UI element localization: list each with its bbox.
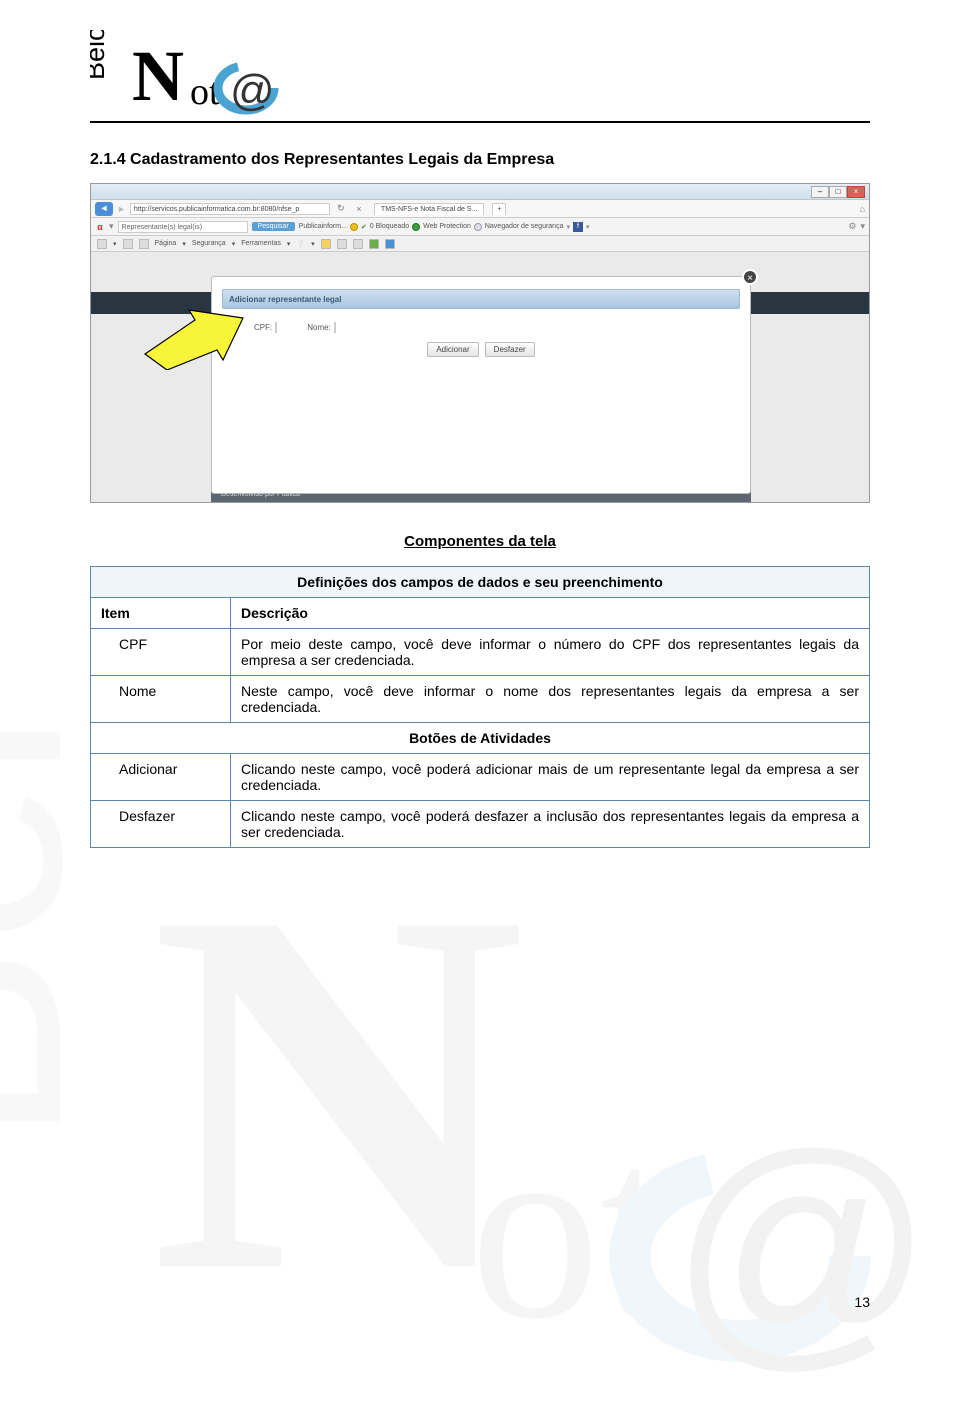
svg-text:N: N xyxy=(132,36,184,115)
components-table: Definições dos campos de dados e seu pre… xyxy=(90,566,870,848)
search-button[interactable]: Pesquisar xyxy=(252,222,295,231)
settings-gear-icon[interactable]: ⚙ xyxy=(848,221,856,232)
row-item-desfazer: Desfazer xyxy=(91,801,231,848)
cpf-input[interactable] xyxy=(275,322,277,333)
ie-menu-security[interactable]: Segurança xyxy=(192,240,226,247)
row-desc-nome: Neste campo, você deve informar o nome d… xyxy=(231,676,870,723)
modal-close-button[interactable]: × xyxy=(742,269,758,285)
ie-misc-icon4[interactable] xyxy=(369,239,379,249)
cpf-label: CPF: xyxy=(254,323,272,332)
col-desc-header: Descrição xyxy=(231,598,870,629)
callout-arrow xyxy=(139,300,249,370)
browser-new-tab-button[interactable]: + xyxy=(492,203,506,215)
reload-icon[interactable]: ↻ xyxy=(334,203,348,214)
web-protection-label: Web Protection xyxy=(423,223,471,230)
window-close-button[interactable]: × xyxy=(847,186,865,198)
row-desc-desfazer: Clicando neste campo, você poderá desfaz… xyxy=(231,801,870,848)
facebook-icon[interactable]: f xyxy=(573,222,583,232)
ie-tool-icon3[interactable] xyxy=(139,239,149,249)
toolbar-search-input[interactable]: Representante(s) legal(is) xyxy=(118,221,248,233)
row-desc-cpf: Por meio deste campo, você deve informar… xyxy=(231,629,870,676)
nome-label: Nome: xyxy=(307,323,331,332)
modal-title: Adicionar representante legal xyxy=(222,289,740,309)
table-subheader: Botões de Atividades xyxy=(91,723,870,754)
ie-misc-icon1[interactable] xyxy=(321,239,331,249)
nav-sec-icon xyxy=(474,223,482,231)
svg-text:N: N xyxy=(150,804,526,1379)
ie-menu-tools[interactable]: Ferramentas xyxy=(241,240,281,247)
ie-misc-icon3[interactable] xyxy=(353,239,363,249)
window-max-button[interactable]: □ xyxy=(829,186,847,198)
help-icon[interactable]: ❔ xyxy=(296,240,305,248)
section-heading: 2.1.4 Cadastramento dos Representantes L… xyxy=(90,151,870,169)
ie-tool-icon[interactable] xyxy=(97,239,107,249)
row-item-nome: Nome xyxy=(91,676,231,723)
header-logo: Belo N ot @ xyxy=(90,30,300,115)
antivirus-icon: α xyxy=(95,222,105,232)
ie-menu-page[interactable]: Página xyxy=(155,240,177,247)
row-item-adicionar: Adicionar xyxy=(91,754,231,801)
stop-icon[interactable]: × xyxy=(352,204,366,214)
web-protection-icon xyxy=(412,223,420,231)
nome-input[interactable] xyxy=(334,322,336,333)
screenshot-browser-window: – □ × ◄ ► http://servicos.publicainforma… xyxy=(90,183,870,503)
block-count-icon: ✔ xyxy=(361,223,367,231)
desfazer-button[interactable]: Desfazer xyxy=(485,342,535,357)
adicionar-button[interactable]: Adicionar xyxy=(427,342,478,357)
ie-misc-icon2[interactable] xyxy=(337,239,347,249)
page-number: 13 xyxy=(854,1294,870,1310)
window-min-button[interactable]: – xyxy=(811,186,829,198)
row-item-cpf: CPF xyxy=(91,629,231,676)
window-titlebar: – □ × xyxy=(91,184,869,200)
svg-text:@: @ xyxy=(230,66,275,115)
svg-text:Belo: Belo xyxy=(90,30,110,80)
row-desc-adicionar: Clicando neste campo, você poderá adicio… xyxy=(231,754,870,801)
col-item-header: Item xyxy=(91,598,231,629)
nav-sec-label: Navegador de segurança xyxy=(485,223,564,230)
table-caption: Componentes da tela xyxy=(90,533,870,550)
header-divider xyxy=(90,121,870,123)
browser-forward-button[interactable]: ► xyxy=(117,204,126,214)
home-icon[interactable]: ⌂ xyxy=(860,204,865,214)
status-dot-yellow xyxy=(350,223,358,231)
table-header: Definições dos campos de dados e seu pre… xyxy=(91,567,870,598)
address-bar[interactable]: http://servicos.publicainformatica.com.b… xyxy=(130,203,330,215)
svg-text:ot: ot xyxy=(470,1085,673,1373)
browser-back-button[interactable]: ◄ xyxy=(95,202,113,216)
ie-misc-icon5[interactable] xyxy=(385,239,395,249)
block-count-label: 0 Bloqueado xyxy=(370,223,409,230)
ie-tool-icon2[interactable] xyxy=(123,239,133,249)
status-site-label: Publicainform... xyxy=(299,223,347,230)
modal-add-representante: × Adicionar representante legal CPF: Nom… xyxy=(211,276,751,494)
browser-tab[interactable]: TMS-NFS-e Nota Fiscal de S... xyxy=(374,203,484,215)
svg-text:@: @ xyxy=(670,1102,934,1392)
